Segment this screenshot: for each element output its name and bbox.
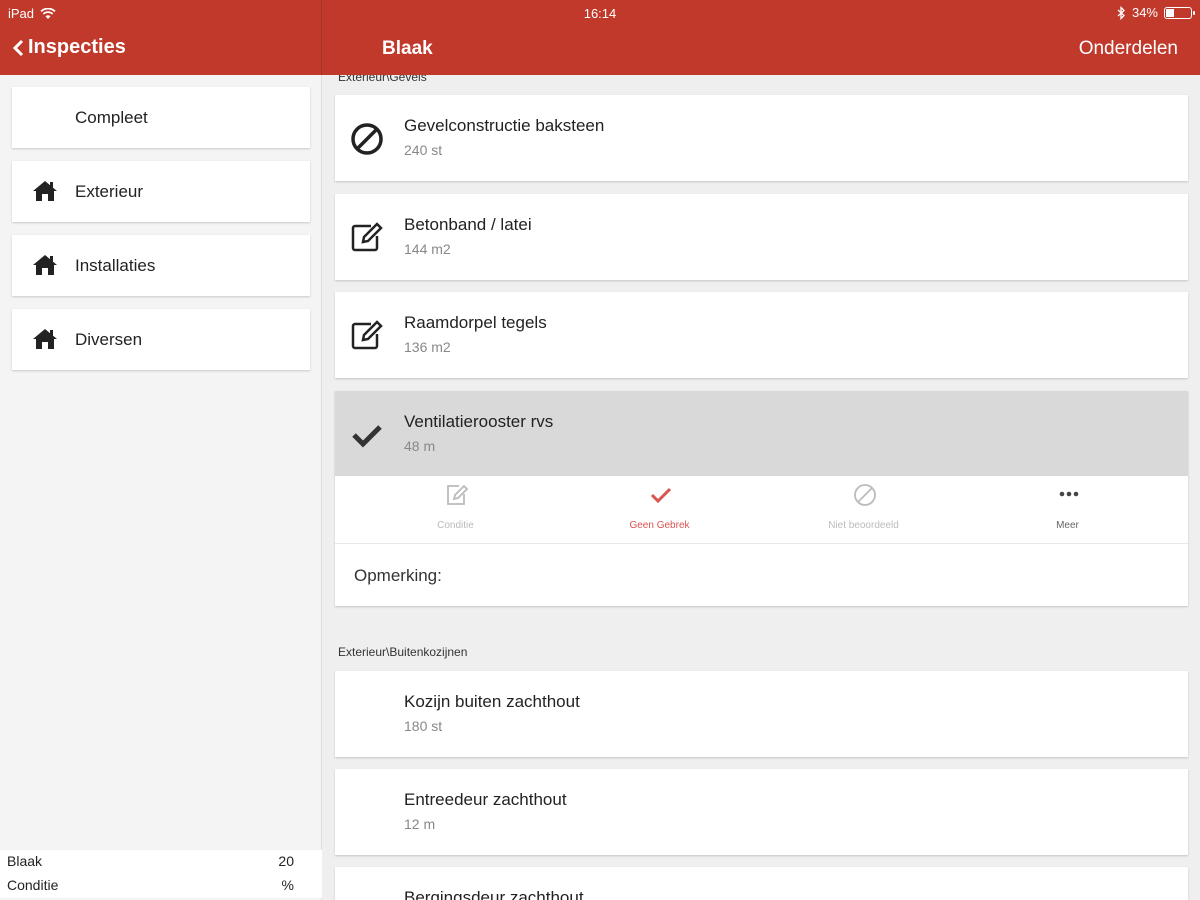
not-rated-icon [854, 484, 876, 506]
item-title: Ventilatierooster rvs [404, 412, 554, 431]
chevron-left-icon [12, 39, 24, 56]
list-item[interactable]: Bergingsdeur zachthout [335, 867, 1188, 900]
item-quantity: 144 m2 [404, 241, 451, 257]
check-icon [352, 425, 382, 448]
item-title: Gevelconstructie baksteen [404, 116, 605, 135]
back-label: Inspecties [28, 36, 126, 58]
edit-icon [351, 320, 383, 350]
niet-beoordeeld-action[interactable]: Niet beoordeeld [757, 476, 970, 544]
stat-label: Blaak [7, 853, 43, 869]
sidebar: Compleet Exterieur Installaties Diversen… [0, 75, 322, 900]
onderdelen-button[interactable]: Onderdelen [1079, 38, 1178, 60]
more-icon [1059, 491, 1079, 497]
page-title: Blaak [382, 38, 433, 59]
conditie-action[interactable]: Conditie [349, 476, 562, 544]
status-right: 34% [1117, 5, 1195, 20]
sidebar-item-installaties[interactable]: Installaties [12, 235, 310, 296]
battery-percent: 34% [1131, 5, 1158, 20]
item-quantity: 240 st [404, 142, 443, 158]
item-quantity: 12 m [404, 816, 436, 832]
sidebar-item-label: Diversen [75, 330, 143, 349]
stat-value: 20 [278, 853, 294, 869]
home-icon [33, 255, 57, 275]
stat-row-conditie: Conditie % [0, 874, 322, 898]
battery-icon [1164, 6, 1195, 19]
action-label: Meer [1056, 520, 1079, 531]
list-item[interactable]: Raamdorpel tegels 136 m2 [335, 292, 1188, 378]
list-item-selected[interactable]: Ventilatierooster rvs 48 m [335, 391, 1188, 477]
check-icon [650, 487, 672, 504]
item-quantity: 48 m [404, 438, 436, 454]
edit-icon [351, 222, 383, 252]
list-item[interactable]: Gevelconstructie baksteen 240 st [335, 95, 1188, 181]
item-title: Kozijn buiten zachthout [404, 692, 580, 711]
remark-field[interactable]: Opmerking: [354, 566, 442, 586]
stats-summary: Blaak 20 Conditie % [0, 850, 322, 898]
item-title: Betonband / latei [404, 215, 532, 234]
section-label-buitenkozijnen: Exterieur\Buitenkozijnen [338, 645, 468, 659]
battery-fill [1166, 8, 1175, 17]
action-label: Geen Gebrek [629, 520, 690, 531]
sidebar-item-compleet[interactable]: Compleet [12, 87, 310, 148]
top-bar: iPad 16:14 34% Inspecties Blaak Onderdel… [0, 0, 1200, 75]
edit-icon [447, 484, 469, 505]
action-row: Conditie Geen Gebrek Niet beoordeeld Mee… [335, 476, 1188, 544]
home-icon [33, 329, 57, 349]
item-title: Raamdorpel tegels [404, 313, 547, 332]
sidebar-item-label: Installaties [75, 256, 156, 275]
list-item[interactable]: Betonband / latei 144 m2 [335, 194, 1188, 280]
sidebar-item-diversen[interactable]: Diversen [12, 309, 310, 370]
item-title: Bergingsdeur zachthout [404, 888, 584, 900]
meer-action[interactable]: Meer [961, 476, 1174, 544]
stat-row-blaak: Blaak 20 [0, 850, 322, 874]
not-rated-icon [351, 123, 383, 155]
stat-value: % [281, 877, 294, 893]
bluetooth-icon [1117, 5, 1125, 20]
list-item[interactable]: Entreedeur zachthout 12 m [335, 769, 1188, 855]
main-content[interactable]: Exterieur\Gevels Gevelconstructie bakste… [322, 75, 1200, 900]
list-item[interactable]: Kozijn buiten zachthout 180 st [335, 671, 1188, 757]
item-quantity: 136 m2 [404, 339, 451, 355]
stat-label: Conditie [7, 877, 59, 893]
sidebar-item-label: Compleet [75, 108, 148, 127]
home-icon [33, 181, 57, 201]
sidebar-item-label: Exterieur [75, 182, 144, 201]
status-time: 16:14 [583, 6, 617, 21]
item-quantity: 180 st [404, 718, 443, 734]
sidebar-item-exterieur[interactable]: Exterieur [12, 161, 310, 222]
action-label: Niet beoordeeld [828, 520, 899, 531]
item-title: Entreedeur zachthout [404, 790, 567, 809]
section-label-gevels: Exterieur\Gevels [338, 75, 427, 84]
status-bar: iPad 16:14 34% [0, 0, 1200, 26]
item-actions-panel: Conditie Geen Gebrek Niet beoordeeld Mee… [335, 476, 1188, 606]
back-button[interactable]: Inspecties [12, 36, 126, 59]
geen-gebrek-action[interactable]: Geen Gebrek [553, 476, 766, 544]
action-label: Conditie [437, 520, 474, 531]
